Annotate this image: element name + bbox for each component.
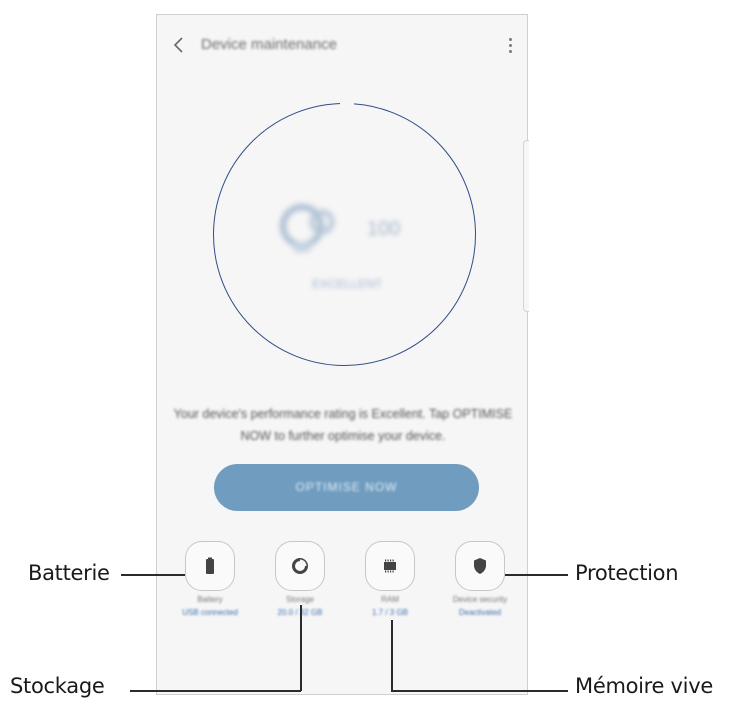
- chevron-left-icon[interactable]: [171, 35, 187, 55]
- security-callout-line: [505, 574, 568, 576]
- more-vert-icon[interactable]: [507, 38, 513, 56]
- score-status: EXCELLENT: [311, 277, 383, 291]
- ring-progress-gap: [340, 101, 354, 106]
- storage-label: Storage: [285, 595, 315, 604]
- storage-button[interactable]: [275, 541, 325, 591]
- ram-callout-line-v: [391, 620, 393, 691]
- battery-icon: [206, 557, 214, 574]
- device-security-button[interactable]: [455, 541, 505, 591]
- storage-callout-line-h: [130, 690, 301, 692]
- scroll-handle[interactable]: [523, 140, 529, 312]
- ram-label: RAM: [381, 595, 399, 604]
- ram-icon: [384, 559, 396, 573]
- score-value: 100: [367, 218, 401, 240]
- optimise-now-button[interactable]: OPTIMISE NOW: [214, 464, 479, 511]
- battery-button[interactable]: [185, 541, 235, 591]
- battery-callout-line: [121, 574, 185, 576]
- ram-button[interactable]: [365, 541, 415, 591]
- battery-status: USB connected: [182, 608, 238, 617]
- shield-icon: [474, 558, 486, 574]
- callout-security: Protection: [575, 561, 679, 585]
- callout-storage: Stockage: [10, 674, 105, 698]
- optimise-now-label: OPTIMISE NOW: [295, 480, 398, 494]
- storage-callout-line-v: [300, 605, 302, 691]
- battery-label: Battery: [197, 595, 223, 604]
- performance-description: Your device's performance rating is Exce…: [173, 407, 513, 443]
- performance-ring: [213, 103, 476, 366]
- callout-ram: Mémoire vive: [575, 674, 713, 698]
- ram-callout-line-h: [391, 690, 568, 692]
- ram-status: 1.7 / 3 GB: [371, 608, 409, 617]
- page-title: Device maintenance: [201, 36, 337, 53]
- device-security-label: Device security: [452, 595, 508, 604]
- callout-battery: Batterie: [28, 561, 110, 585]
- storage-icon: [292, 558, 308, 574]
- device-security-status: Deactivated: [458, 608, 502, 617]
- app-bar: Device maintenance: [157, 15, 527, 77]
- phone-screen: Device maintenance 100 EXCELLENT Your de…: [156, 14, 529, 695]
- performance-icon: [280, 204, 335, 252]
